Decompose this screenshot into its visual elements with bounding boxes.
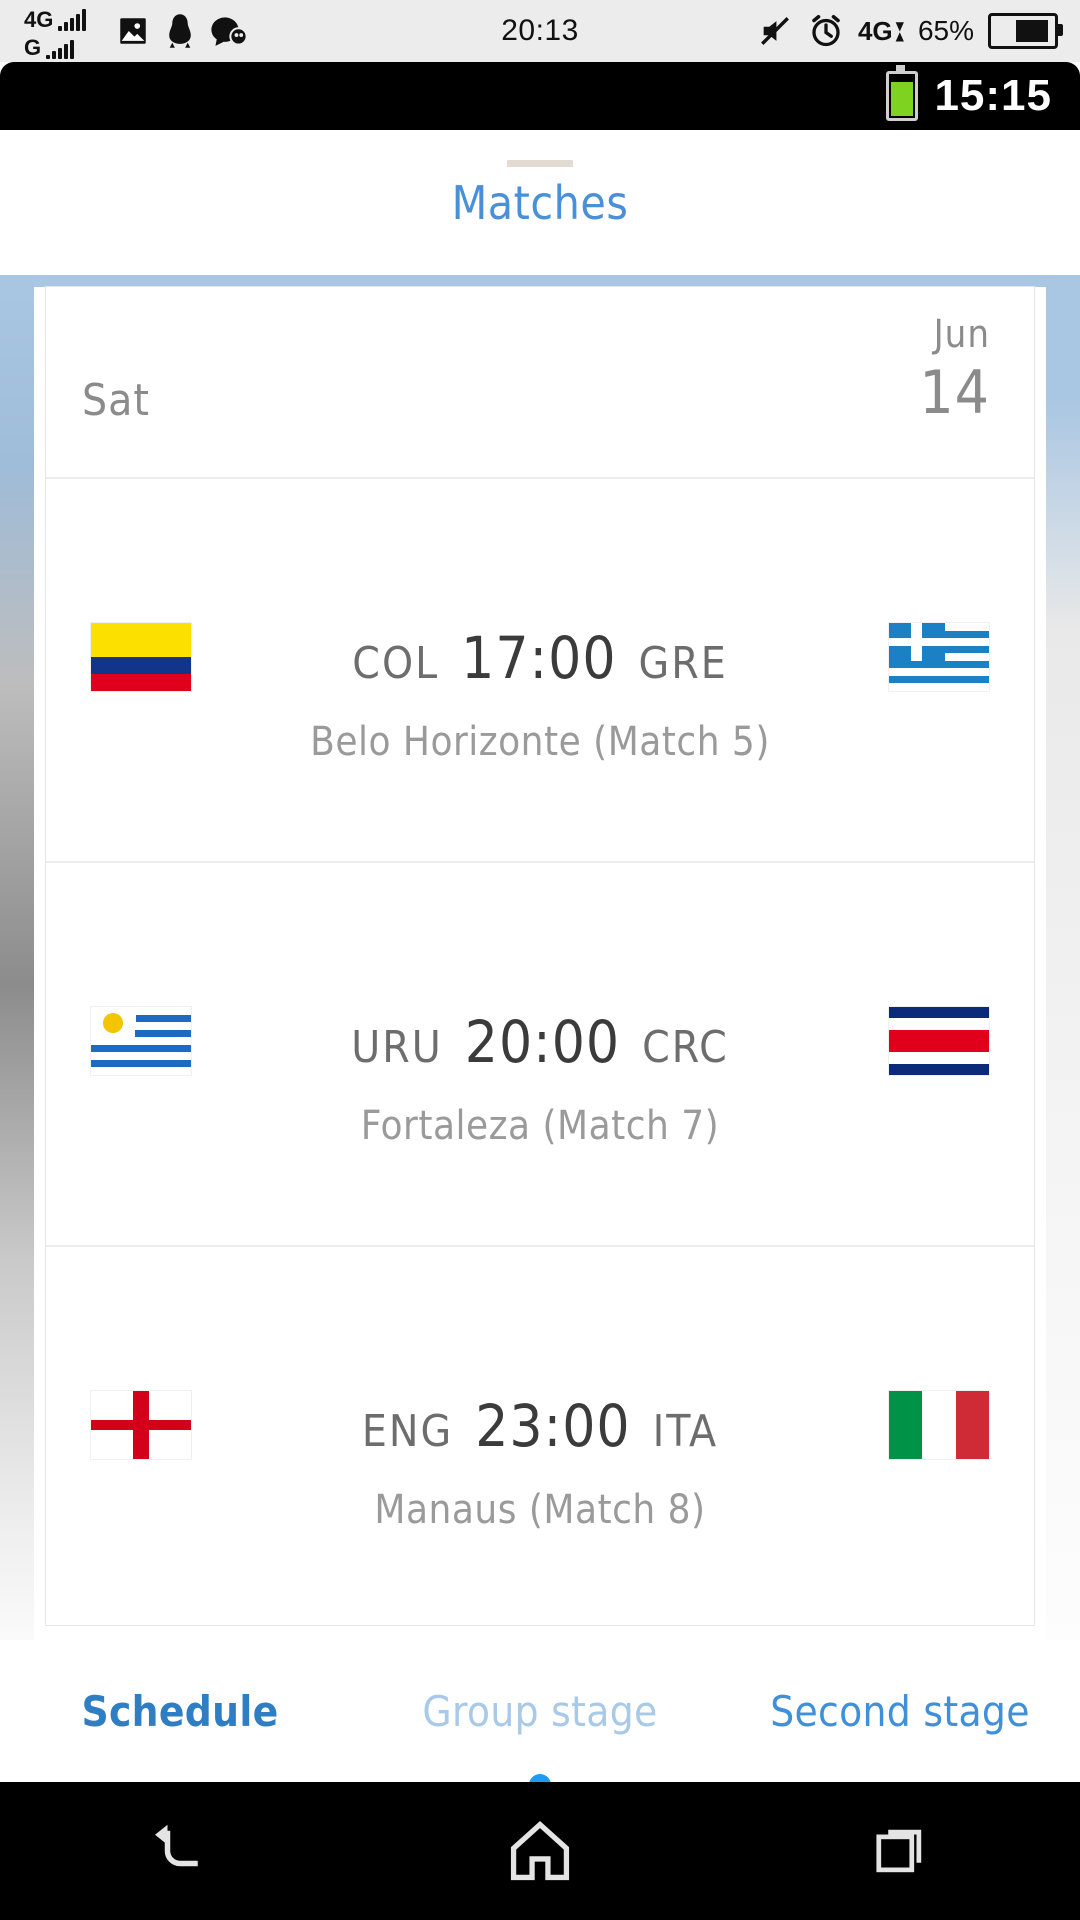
home-icon [510,1821,570,1881]
home-team-code: ENG [361,1406,454,1457]
pager-edge-left [0,275,34,1640]
alarm-icon [812,14,840,47]
date-weekday: Sat [82,375,150,426]
kickoff-time: 23:00 [475,1392,631,1460]
date-month: Jun [933,312,990,356]
tab-second-stage[interactable]: Second stage [720,1687,1080,1736]
schedule-card: Sat Jun 14 COL 17:00 GRE Belo Horizonte … [46,287,1034,1625]
device-status-bar: 4G G 20:13 4G ▼ ▲ 65% [0,0,1080,62]
match-row[interactable]: ENG 23:00 ITA Manaus (Match 8) [46,1247,1034,1629]
pager-top-rule [0,275,1080,287]
nav-recents-button[interactable] [825,1801,975,1901]
app-container: Matches Sat Jun 14 COL 17:00 GRE Belo Ho… [0,130,1080,1796]
away-team-code: CRC [642,1022,729,1073]
android-navigation-bar [0,1782,1080,1920]
costa-rica-flag [889,1007,989,1075]
italy-flag [889,1391,989,1459]
data-type-group: 4G ▼ ▲ [857,16,904,46]
pager-edge-right [1046,275,1080,1640]
match-venue: Fortaleza (Match 7) [360,1103,720,1149]
data-type-label: 4G [857,16,893,46]
bottom-tab-bar: Schedule Group stage Second stage [0,1640,1080,1796]
home-team-code: COL [352,638,440,689]
tab-group-stage[interactable]: Group stage [360,1687,720,1736]
away-flag [884,1003,994,1079]
back-icon [155,1824,198,1867]
date-block: Jun 14 [919,315,990,423]
kickoff-time: 17:00 [461,624,617,692]
away-team-code: GRE [638,638,728,689]
inner-clock: 15:15 [934,71,1052,120]
away-team-code: ITA [652,1406,719,1457]
screen-root: 4G G 20:13 4G ▼ ▲ 65% 15:15 Matches Sat … [0,0,1080,1920]
inner-battery-icon [886,65,919,121]
match-row[interactable]: URU 20:00 CRC Fortaleza (Match 7) [46,863,1034,1247]
away-flag [884,619,994,695]
recents-icon [876,1829,922,1873]
match-row[interactable]: COL 17:00 GRE Belo Horizonte (Match 5) [46,479,1034,863]
match-venue: Belo Horizonte (Match 5) [310,719,770,765]
date-day: 14 [919,358,990,428]
nav-back-button[interactable] [105,1801,255,1901]
nav-home-button[interactable] [465,1801,615,1901]
kickoff-time: 20:00 [464,1008,621,1076]
battery-icon [988,13,1063,49]
page-title: Matches [451,175,629,230]
away-flag [884,1387,994,1463]
tab-schedule[interactable]: Schedule [0,1687,360,1736]
greece-flag [889,623,989,691]
data-transfer-icon: ▼ ▲ [895,19,904,43]
home-team-code: URU [351,1022,443,1073]
battery-percent-label: 65% [917,15,974,46]
header-marker [507,160,573,167]
match-venue: Manaus (Match 8) [374,1487,706,1533]
app-header: Matches [0,130,1080,275]
date-header: Sat Jun 14 [46,287,1034,479]
status-right-group: 4G ▼ ▲ 65% [756,0,1063,62]
schedule-pager[interactable]: Sat Jun 14 COL 17:00 GRE Belo Horizonte … [0,275,1080,1640]
mute-icon [761,17,789,45]
inner-status-bar: 15:15 [0,62,1080,130]
